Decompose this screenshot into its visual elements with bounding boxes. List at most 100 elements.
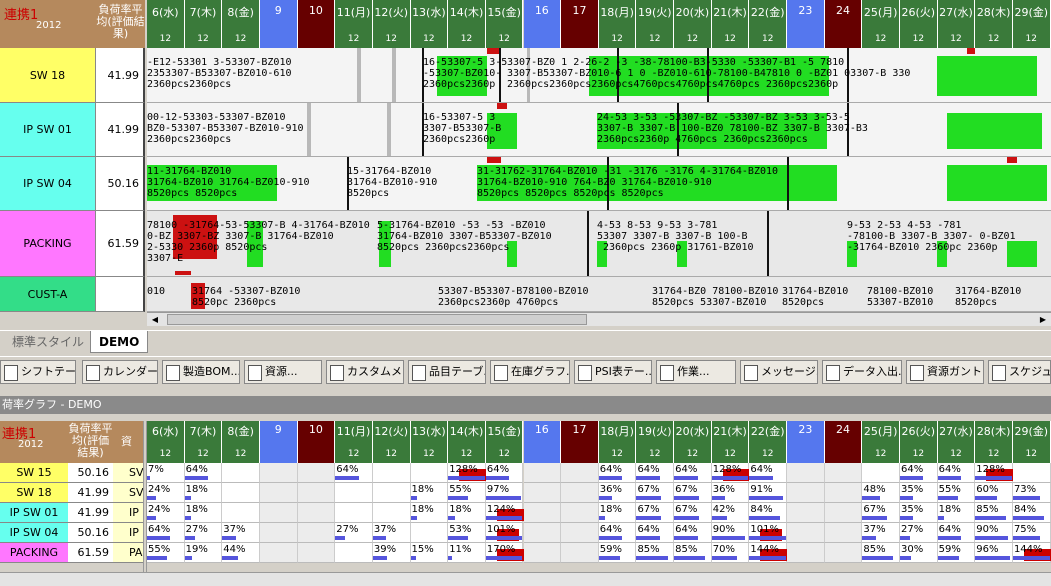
gantt-lane-packing[interactable]: 78100 -31764-53-53307-B 4-31764-BZ010 0-… <box>147 211 1051 277</box>
hour-label: 12 <box>950 449 962 459</box>
gantt-lane-sw18[interactable]: -E12-53301 3-53307-BZ010 2353307-B53307-… <box>147 48 1051 103</box>
load-cell: 67% <box>674 503 712 523</box>
load-cell: 18% <box>598 503 637 523</box>
load-percent: 85% <box>675 544 698 555</box>
gantt-lane-ipsw01[interactable]: 00-12-53303-53307-BZ010 BZ0-53307-B53307… <box>147 103 1051 157</box>
load-bar <box>147 556 168 560</box>
tab-demo[interactable]: DEMO <box>90 331 149 353</box>
day-header-cell: 27(水) 12 <box>937 0 976 48</box>
gantt-year: 2012 <box>36 20 62 31</box>
taskbar-window-button[interactable]: 品目テーブ... <box>408 360 486 384</box>
tab-standard-style[interactable]: 標準スタイル <box>4 331 92 353</box>
resource-name-sw18[interactable]: SW 18 <box>0 48 96 103</box>
taskbar-window-button[interactable]: データ入出... <box>822 360 902 384</box>
load-cell <box>297 463 336 483</box>
day-header-cell: 26(火) 12 <box>900 0 938 48</box>
taskbar-window-button[interactable]: カスタムメ... <box>326 360 404 384</box>
load-bar <box>184 476 209 480</box>
scroll-left-arrow-icon[interactable]: ◀ <box>149 314 161 325</box>
hour-label: 12 <box>460 34 473 44</box>
day-label: 23 <box>798 4 813 17</box>
load-graph-horizontal-scrollbar[interactable] <box>0 572 1051 586</box>
load-percent: 96% <box>976 544 999 555</box>
hour-label: 12 <box>611 34 623 44</box>
load-cell: 64% <box>598 463 637 483</box>
taskbar-window-button[interactable]: 製造BOM... <box>162 360 240 384</box>
load-cell: 7% <box>147 463 185 483</box>
load-percent: 101% <box>750 524 779 535</box>
load-row-name[interactable]: IP SW 01 <box>0 503 68 523</box>
resource-name-ipsw04[interactable]: IP SW 04 <box>0 157 96 211</box>
load-percent: 128% <box>449 464 478 475</box>
load-percent: 55% <box>449 484 472 495</box>
hour-label: 12 <box>950 34 962 44</box>
day-header-cell: 15(金) 12 <box>485 0 524 48</box>
load-row-name[interactable]: SW 15 <box>0 463 68 483</box>
load-cell: 67% <box>636 503 675 523</box>
load-cell: 37% <box>372 523 411 543</box>
resource-name-ipsw01[interactable]: IP SW 01 <box>0 103 96 157</box>
day-label: 9 <box>274 423 282 436</box>
load-cell <box>523 463 562 483</box>
load-percent: 30% <box>901 544 924 555</box>
load-bar <box>636 516 661 520</box>
day-label: 18(月) <box>600 6 634 19</box>
day-header-cell: 12(火) 12 <box>372 0 411 48</box>
day-header-cell: 11(月) 12 <box>335 0 373 48</box>
taskbar-window-button[interactable]: メッセージ... <box>740 360 818 384</box>
taskbar-window-button[interactable]: 在庫グラフ... <box>490 360 570 384</box>
taskbar-window-button[interactable]: 作業... <box>656 360 736 384</box>
task-label: -E12-53301 3-53307-BZ010 2353307-B53307-… <box>147 57 292 90</box>
load-cell: 64% <box>900 463 938 483</box>
load-cell: 27% <box>900 523 938 543</box>
load-row-name[interactable]: SW 18 <box>0 483 68 503</box>
document-icon <box>992 365 1006 381</box>
load-row-name[interactable]: PACKING <box>0 543 68 563</box>
gantt-lane-cust-a[interactable]: 010 31764 -53307-BZ010 8520pc 2360pcs 53… <box>147 277 1051 312</box>
taskbar-window-button[interactable]: 資源ガント... <box>906 360 984 384</box>
load-percent: 64% <box>675 464 698 475</box>
load-cell: 36% <box>598 483 637 503</box>
hour-label: 12 <box>987 449 1000 459</box>
load-cell: 36% <box>711 483 750 503</box>
load-cell: 59% <box>598 543 637 563</box>
load-graph-day-header-cell: 22(金) 12 <box>749 421 788 463</box>
load-graph-day-header-cell: 7(木) 12 <box>184 421 223 463</box>
load-cell <box>561 483 599 503</box>
taskbar-window-button[interactable]: PSI表テー... <box>574 360 652 384</box>
load-cell: 84% <box>1012 503 1051 523</box>
load-graph-day-header-cell: 21(木) 12 <box>711 421 750 463</box>
load-row-name[interactable]: IP SW 04 <box>0 523 68 543</box>
load-cell <box>787 463 825 483</box>
hour-label: 12 <box>347 449 360 459</box>
hour-label: 12 <box>724 449 736 459</box>
taskbar-button-label: カスタムメ... <box>347 365 403 378</box>
load-bar <box>598 496 612 500</box>
scroll-right-arrow-icon[interactable]: ▶ <box>1037 314 1049 325</box>
day-label: 28(木) <box>976 425 1011 438</box>
task-label: 4-53 8-53 9-53 3-781 53307 3307-B 3307-B… <box>597 220 754 253</box>
load-cell: 64% <box>749 463 788 483</box>
taskbar-window-button[interactable]: 資源... <box>244 360 322 384</box>
taskbar-window-button[interactable]: カレンダー... <box>82 360 158 384</box>
resource-name-cust-a[interactable]: CUST-A <box>0 277 96 312</box>
document-icon <box>910 365 924 381</box>
load-cell: 128% <box>975 463 1014 483</box>
load-bar <box>937 496 958 500</box>
gantt-lane-ipsw04[interactable]: 11-31764-BZ010 31764-BZ010 31764-BZ010-9… <box>147 157 1051 211</box>
resource-load-cust-a <box>96 277 145 312</box>
load-cell <box>824 483 863 503</box>
load-bar <box>674 476 698 480</box>
hour-label: 12 <box>987 34 1000 44</box>
load-row-average: 41.99 <box>68 503 113 523</box>
scroll-thumb[interactable] <box>167 314 587 325</box>
load-percent: 7% <box>148 464 164 475</box>
load-percent: 84% <box>750 504 773 515</box>
gantt-horizontal-scrollbar[interactable]: ◀ ▶ <box>147 312 1051 326</box>
day-label: 17 <box>572 423 587 436</box>
load-percent: 67% <box>675 484 698 495</box>
taskbar-window-button[interactable]: シフトテー... <box>0 360 76 384</box>
taskbar-window-button[interactable]: スケジュ <box>988 360 1051 384</box>
resource-name-packing[interactable]: PACKING <box>0 211 96 277</box>
load-cell <box>335 503 373 523</box>
